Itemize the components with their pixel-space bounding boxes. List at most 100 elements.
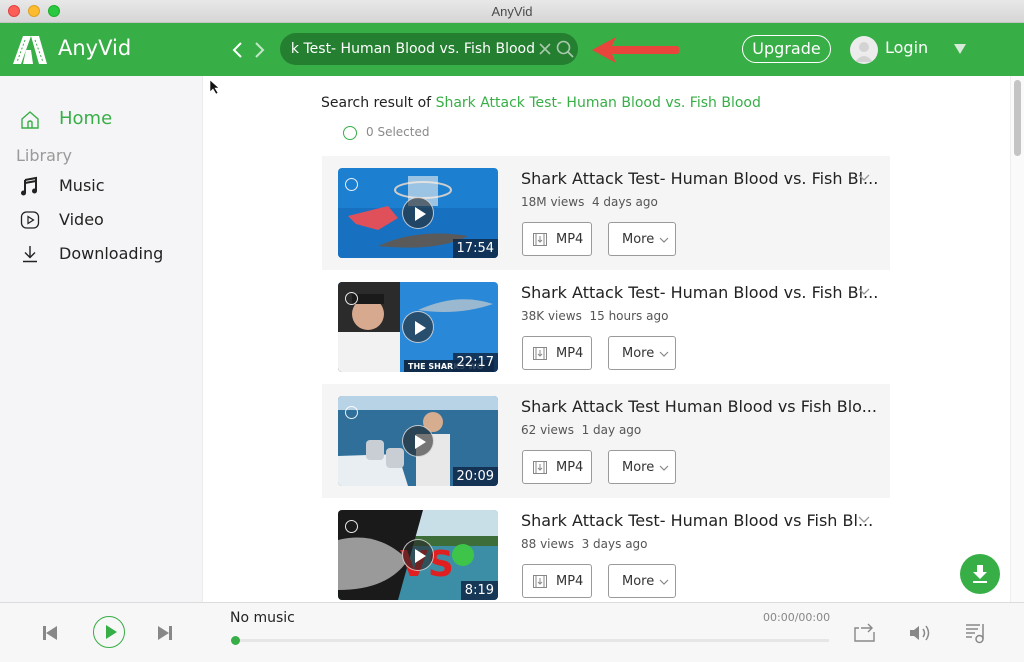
select-checkbox[interactable] [345,292,358,305]
mp4-download-button[interactable]: MP4 [522,564,592,598]
playlist-icon[interactable] [964,622,988,644]
app-window: AnyVid AnyVid Shark Attack Test- Human B… [0,0,1024,662]
video-thumbnail[interactable]: THE SHARKS WO 22:17 [338,282,498,372]
user-avatar[interactable] [850,36,878,64]
video-duration: 8:19 [460,581,498,600]
upload-age: 1 day ago [581,423,642,437]
user-silhouette-icon [855,42,873,62]
chevron-left-icon [232,42,242,58]
video-list-item: THE SHARKS WO 22:17 Shark Attack Test- H… [322,270,890,384]
search-box: Shark Attack Test- Human Blood vs. Fish … [280,33,578,65]
vertical-scrollbar[interactable] [1010,76,1024,602]
play-overlay-icon[interactable] [402,311,434,343]
play-overlay-icon[interactable] [402,425,434,457]
video-meta: 18M views 4 days ago [521,195,658,209]
upload-age: 15 hours ago [589,309,669,323]
clear-search-icon[interactable] [537,41,553,57]
upgrade-button[interactable]: Upgrade [742,35,831,63]
mp4-download-button[interactable]: MP4 [522,450,592,484]
chevron-down-icon [659,579,669,585]
sidebar-item-downloading[interactable]: Downloading [0,239,203,269]
select-checkbox[interactable] [345,520,358,533]
music-note-icon [21,176,37,196]
playback-time: 00:00/00:00 [763,611,831,624]
video-duration: 17:54 [452,239,498,258]
app-name: AnyVid [58,36,132,60]
film-download-icon [533,575,547,588]
library-heading: Library [16,146,72,165]
play-overlay-icon[interactable] [402,197,434,229]
select-checkbox[interactable] [345,406,358,419]
caret-down-icon[interactable] [953,43,967,55]
search-result-heading: Search result of Shark Attack Test- Huma… [321,95,761,111]
search-query: Shark Attack Test- Human Blood vs. Fish … [435,95,761,111]
more-formats-button[interactable]: More [608,564,676,598]
header-bar: AnyVid Shark Attack Test- Human Blood vs… [0,23,1024,76]
upload-age: 4 days ago [591,195,658,209]
chevron-down-icon[interactable] [858,516,870,524]
download-queue-button[interactable] [960,554,1000,594]
video-list-item: 20:09 Shark Attack Test Human Blood vs F… [322,384,890,498]
sidebar-item-video[interactable]: Video [0,205,203,235]
more-formats-button[interactable]: More [608,336,676,370]
video-meta: 38K views 15 hours ago [521,309,668,323]
select-checkbox[interactable] [345,178,358,191]
video-list-item: VS 8:19 Shark Attack Test- Human Blood v… [322,498,890,602]
video-title: Shark Attack Test- Human Blood vs. Fish … [521,169,879,188]
sidebar-item-label: Video [59,210,104,229]
video-meta: 62 views 1 day ago [521,423,641,437]
video-thumbnail[interactable]: 17:54 [338,168,498,258]
progress-knob[interactable] [231,636,240,645]
search-input[interactable]: Shark Attack Test- Human Blood vs. Fish … [290,33,535,65]
result-prefix: Search result of [321,95,432,111]
forward-button[interactable] [251,38,269,62]
sidebar-item-home[interactable]: Home [0,105,203,135]
sidebar-item-music[interactable]: Music [0,171,203,201]
window-title: AnyVid [491,4,533,19]
video-thumbnail[interactable]: VS 8:19 [338,510,498,600]
selected-count: 0 Selected [366,125,430,139]
view-count: 62 views [521,423,574,437]
view-count: 18M views [521,195,585,209]
previous-track-icon[interactable] [42,625,58,641]
scrollbar-thumb[interactable] [1014,80,1021,156]
track-title: No music [230,610,295,626]
play-overlay-icon[interactable] [402,539,434,571]
video-play-icon [20,211,40,229]
search-results-panel: Search result of Shark Attack Test- Huma… [204,76,1010,602]
video-duration: 22:17 [452,353,498,372]
film-download-icon [533,347,547,360]
chevron-right-icon [255,42,265,58]
back-button[interactable] [228,38,246,62]
film-download-icon [533,461,547,474]
playback-progress-slider[interactable] [231,636,829,645]
mp4-label: MP4 [556,346,584,361]
more-formats-button[interactable]: More [608,450,676,484]
next-track-icon[interactable] [157,625,173,641]
mp4-download-button[interactable]: MP4 [522,336,592,370]
video-meta: 88 views 3 days ago [521,537,648,551]
more-label: More [622,232,655,247]
repeat-icon[interactable] [853,622,877,644]
film-download-icon [533,233,547,246]
volume-icon[interactable] [908,622,932,644]
mp4-label: MP4 [556,574,584,589]
sidebar-item-label: Home [59,108,113,129]
more-label: More [622,574,655,589]
video-title: Shark Attack Test- Human Blood vs Fish B… [521,511,874,530]
play-button[interactable] [93,616,125,648]
video-title: Shark Attack Test Human Blood vs Fish Bl… [521,397,877,416]
search-icon[interactable] [556,40,574,58]
download-icon [23,246,37,263]
chevron-down-icon[interactable] [858,174,870,182]
select-circle-icon [343,126,357,140]
chevron-down-icon[interactable] [858,288,870,296]
video-list-item: 17:54 Shark Attack Test- Human Blood vs.… [322,156,890,270]
more-formats-button[interactable]: More [608,222,676,256]
sidebar: Home Library Music Video Downloading [0,76,203,602]
mp4-download-button[interactable]: MP4 [522,222,592,256]
login-link[interactable]: Login [885,38,928,57]
anyvid-logo-icon [13,36,47,64]
video-thumbnail[interactable]: 20:09 [338,396,498,486]
mp4-label: MP4 [556,460,584,475]
